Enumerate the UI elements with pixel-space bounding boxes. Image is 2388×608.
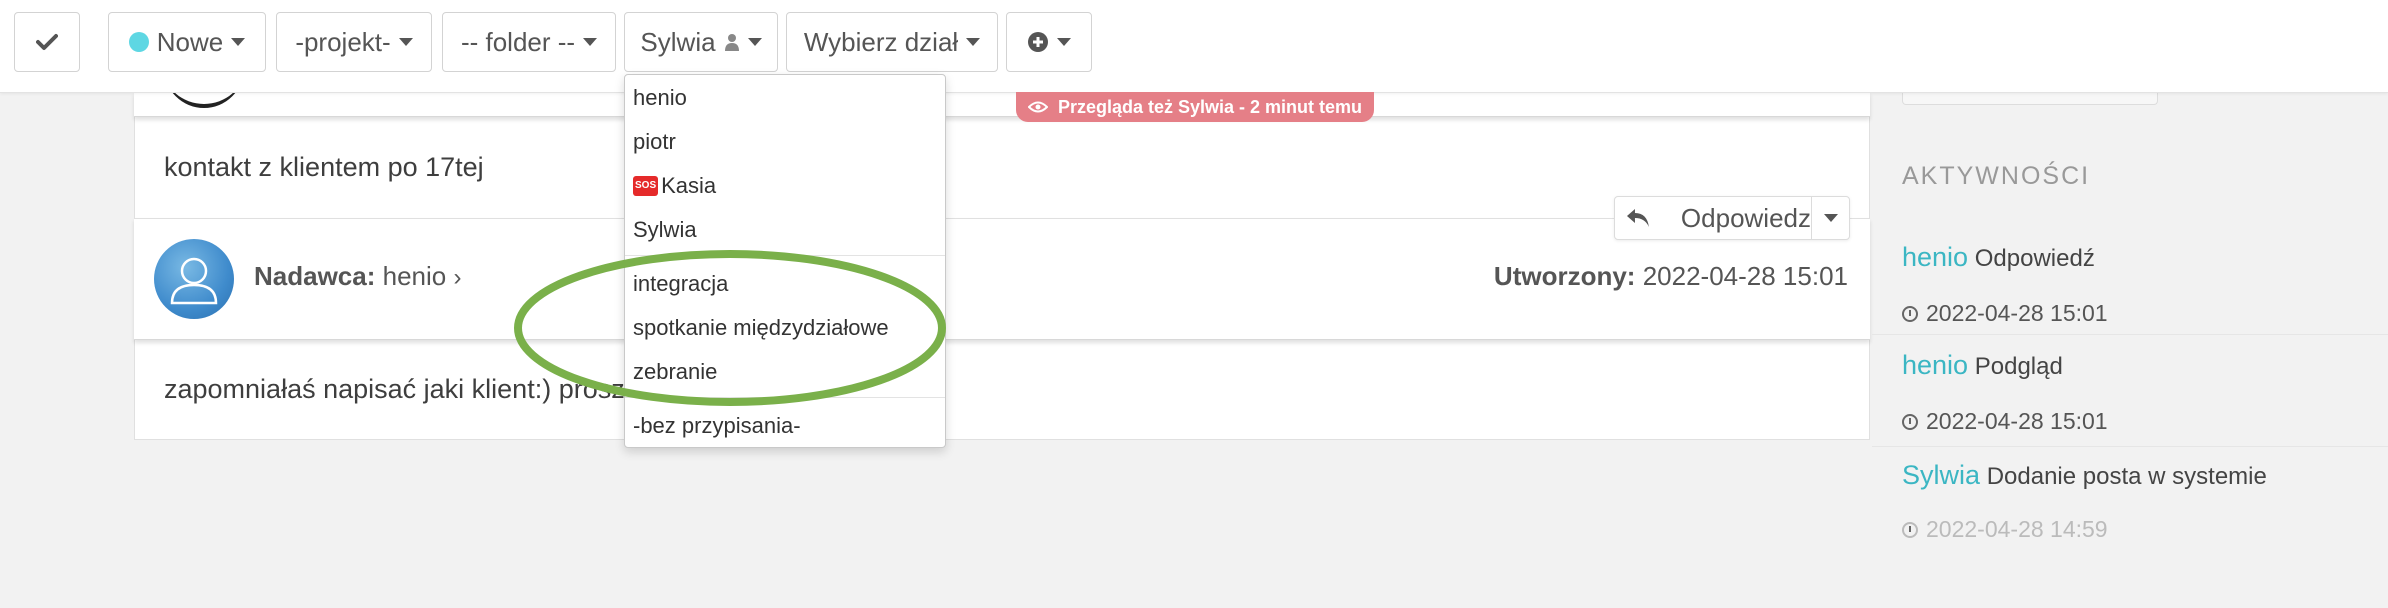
top-toolbar: Nowe -projekt- -- folder -- Sylwia Wybie…	[0, 0, 2388, 93]
sos-icon: SOS	[633, 176, 659, 196]
dropdown-divider	[625, 255, 945, 256]
eye-icon	[1027, 101, 1048, 113]
project-label: -projekt-	[295, 26, 391, 57]
project-select[interactable]: -projekt-	[276, 12, 432, 72]
add-menu-button[interactable]	[1006, 12, 1092, 72]
activity-item: henio Podgląd 2022-04-28 15:01	[1872, 338, 2388, 447]
dropdown-item-label: piotr	[633, 129, 676, 154]
activities-title: AKTYWNOŚCI	[1902, 162, 2091, 190]
sender-info[interactable]: Nadawca: henio ›	[254, 261, 461, 292]
sender-prefix: Nadawca:	[254, 261, 376, 291]
folder-select[interactable]: -- folder --	[442, 12, 616, 72]
chevron-down-icon	[747, 38, 762, 46]
dropdown-item-henio[interactable]: henio	[633, 85, 687, 111]
activity-action: Podgląd	[1974, 353, 2063, 380]
status-select[interactable]: Nowe	[108, 12, 266, 72]
sidebar-search-box-remnant	[1902, 92, 2158, 105]
dropdown-item-zebranie[interactable]: zebranie	[633, 359, 717, 385]
activity-time: 2022-04-28 15:01	[1902, 408, 2108, 435]
activity-user[interactable]: henio	[1902, 350, 1968, 380]
assignee-dropdown-menu: henio piotr SOS Kasia Sylwia integracja …	[624, 74, 946, 448]
chevron-down-icon	[1057, 38, 1071, 46]
message-header: Nadawca: henio › Utworzony: 2022-04-28 1…	[134, 218, 1870, 340]
activity-line: henio Odpowiedź	[1902, 242, 2095, 273]
confirm-button[interactable]	[14, 12, 80, 72]
dropdown-item-piotr[interactable]: piotr	[633, 129, 676, 155]
message-body: zapomniałaś napisać jaki klient:) prosz	[164, 374, 625, 404]
dropdown-item-label: henio	[633, 85, 687, 110]
reply-button[interactable]: Odpowiedz	[1615, 197, 1811, 239]
dropdown-item-spotkanie[interactable]: spotkanie międzydziałowe	[633, 315, 889, 341]
dropdown-item-label: spotkanie międzydziałowe	[633, 315, 889, 340]
dropdown-item-unassigned[interactable]: -bez przypisania-	[633, 413, 801, 439]
assignee-label: Sylwia	[640, 26, 716, 57]
message-body: kontakt z klientem po 17tej	[164, 152, 484, 182]
reply-label: Odpowiedz	[1680, 202, 1811, 233]
activity-user[interactable]: henio	[1902, 242, 1968, 272]
dropdown-item-label: Kasia	[661, 173, 717, 198]
activity-action: Dodanie posta w systemie	[1986, 463, 2267, 490]
viewer-badge: Przegląda też Sylwia - 2 minut temu	[1016, 92, 1374, 122]
chevron-down-icon	[583, 38, 598, 46]
message-header-remnant	[134, 92, 1870, 117]
created-value: 2022-04-28 15:01	[1642, 261, 1848, 291]
reply-options-toggle[interactable]	[1811, 197, 1850, 239]
dropdown-item-label: integracja	[633, 271, 729, 296]
plus-circle-icon	[1028, 32, 1048, 52]
chevron-down-icon	[1824, 214, 1838, 222]
activity-time: 2022-04-28 14:59	[1902, 516, 2108, 543]
activity-user[interactable]: Sylwia	[1902, 460, 1980, 490]
status-dot-icon	[128, 32, 149, 52]
dropdown-divider	[625, 397, 945, 398]
clock-icon	[1902, 413, 1918, 430]
created-info: Utworzony: 2022-04-28 15:01	[1494, 261, 1848, 292]
activity-time: 2022-04-28 15:01	[1902, 300, 2108, 327]
activity-action: Odpowiedź	[1974, 245, 2095, 272]
activity-time-text: 2022-04-28 15:01	[1926, 408, 2108, 434]
activity-item: henio Odpowiedź 2022-04-28 15:01	[1872, 230, 2388, 335]
folder-label: -- folder --	[460, 26, 576, 57]
clock-icon	[1902, 305, 1918, 322]
dropdown-item-integracja[interactable]: integracja	[633, 271, 728, 297]
clock-icon	[1902, 521, 1918, 538]
activity-time-text: 2022-04-28 14:59	[1926, 516, 2108, 542]
avatar	[154, 239, 234, 319]
activity-line: henio Podgląd	[1902, 350, 2063, 381]
dropdown-item-label: -bez przypisania-	[633, 413, 801, 438]
dropdown-item-label: Sylwia	[633, 217, 697, 242]
activity-time-text: 2022-04-28 15:01	[1926, 300, 2108, 326]
activity-line: Sylwia Dodanie posta w systemie	[1902, 460, 2267, 491]
sender-name: henio	[382, 261, 447, 291]
assignee-select[interactable]: Sylwia	[624, 12, 778, 72]
viewer-badge-text: Przegląda też Sylwia - 2 minut temu	[1057, 96, 1363, 117]
chevron-right-icon: ›	[453, 264, 462, 291]
dropdown-item-label: zebranie	[633, 359, 718, 384]
chevron-down-icon	[231, 38, 246, 46]
chevron-down-icon	[966, 38, 981, 46]
reply-button-group: Odpowiedz	[1614, 196, 1850, 240]
chevron-down-icon	[398, 38, 413, 46]
user-icon	[724, 34, 739, 51]
dropdown-item-kasia[interactable]: SOS Kasia	[633, 173, 716, 199]
check-icon	[36, 34, 58, 50]
dropdown-item-sylwia[interactable]: Sylwia	[633, 217, 697, 243]
activity-item: Sylwia Dodanie posta w systemie 2022-04-…	[1872, 450, 2388, 550]
status-label: Nowe	[156, 26, 224, 57]
user-avatar-icon	[170, 257, 218, 305]
department-select[interactable]: Wybierz dział	[786, 12, 998, 72]
created-prefix: Utworzony:	[1493, 261, 1636, 291]
department-label: Wybierz dział	[803, 26, 959, 57]
reply-icon	[1626, 209, 1649, 227]
